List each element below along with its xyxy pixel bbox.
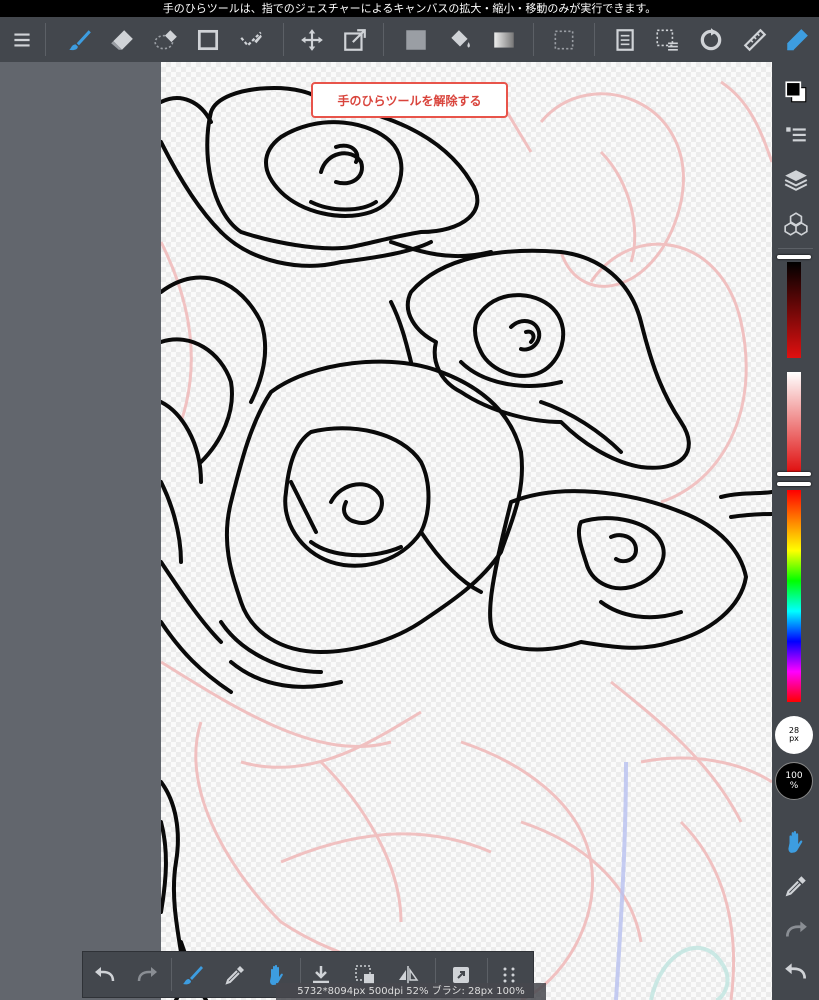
select-pen-tool-button[interactable] [231, 17, 271, 62]
redo-button[interactable] [772, 912, 819, 948]
pen-icon [787, 28, 808, 50]
drawing-canvas[interactable] [161, 62, 772, 1000]
redo-icon [785, 921, 807, 937]
menu-button[interactable] [2, 17, 42, 62]
saturation-knob[interactable] [777, 472, 811, 476]
move-tool-button[interactable] [292, 17, 332, 62]
ruler-icon [743, 28, 767, 51]
hue-slider[interactable] [787, 490, 801, 702]
select-marquee-tool-button[interactable] [544, 17, 584, 62]
eyedropper-icon [225, 965, 244, 985]
color-swap-button[interactable] [772, 74, 819, 110]
undo-button[interactable] [85, 952, 125, 997]
transform-tool-button[interactable] [335, 17, 375, 62]
layer-list-icon [785, 127, 806, 142]
materials-icon [783, 212, 808, 236]
eyedropper-tool-button[interactable] [772, 868, 819, 904]
rotate-icon [700, 27, 722, 50]
materials-button[interactable] [772, 206, 819, 242]
release-hand-tool-button[interactable]: 手のひらツールを解除する [311, 82, 508, 118]
page-manager-button[interactable] [604, 17, 644, 62]
shape-icon [197, 29, 219, 50]
shape-tool-button[interactable] [188, 17, 228, 62]
saturation-slider[interactable] [787, 372, 801, 472]
eyedropper-icon [785, 876, 806, 897]
select-marquee-icon [554, 30, 574, 49]
pen-tool-button[interactable] [777, 17, 817, 62]
lasso-eraser-tool-button[interactable] [146, 17, 186, 62]
move-icon [301, 28, 323, 51]
select-menu-button[interactable] [647, 17, 687, 62]
opacity-unit: % [789, 781, 799, 791]
layer-list-button[interactable] [772, 118, 819, 154]
bucket-icon [451, 29, 470, 48]
page-icon [616, 28, 634, 51]
brush-icon [183, 965, 203, 984]
gradient-icon [494, 31, 514, 48]
eraser-tool-button[interactable] [102, 17, 142, 62]
hue-slider-top-knob[interactable] [777, 255, 811, 259]
undo-icon [784, 963, 806, 979]
eraser-icon [111, 29, 133, 50]
brush-size-indicator[interactable]: 28 px [775, 716, 813, 754]
color-swap-icon [784, 81, 806, 103]
right-panel: 28 px 100% [772, 62, 819, 1000]
redo-icon [137, 966, 157, 981]
eyedropper-button[interactable] [215, 952, 255, 997]
undo-icon [95, 966, 115, 981]
line-art [161, 80, 772, 1000]
hue-knob[interactable] [777, 482, 811, 486]
ruler-button[interactable] [735, 17, 775, 62]
hand-tool-button[interactable] [772, 824, 819, 860]
redo-button[interactable] [127, 952, 167, 997]
canvas-info: 5732*8094px 500dpi 52% ブラシ: 28px 100% [276, 983, 546, 1000]
opacity-indicator[interactable]: 100% [775, 762, 813, 800]
left-panel [0, 62, 161, 1000]
layers-icon [784, 170, 807, 191]
rotate-canvas-button[interactable] [691, 17, 731, 62]
top-toolbar [0, 17, 819, 62]
lasso-eraser-icon [154, 29, 177, 49]
brush-size-unit: px [789, 734, 799, 743]
hand-icon [787, 831, 802, 853]
opacity-value: 100 [785, 771, 803, 781]
brush-tool-button[interactable] [60, 17, 100, 62]
status-message: 手のひらツールは、指でのジェスチャーによるキャンバスの拡大・縮小・移動のみが実行… [0, 0, 819, 17]
fill-color-tool-button[interactable] [396, 17, 436, 62]
layers-button[interactable] [772, 162, 819, 198]
undo-button[interactable] [772, 954, 819, 990]
menu-icon [14, 33, 30, 46]
fill-color-icon [406, 29, 426, 50]
transform-icon [344, 28, 366, 51]
brush-button[interactable] [173, 952, 213, 997]
select-pen-icon [240, 31, 262, 47]
brush-icon [69, 29, 91, 50]
gradient-tool-button[interactable] [484, 17, 524, 62]
bucket-tool-button[interactable] [440, 17, 480, 62]
select-menu-icon [656, 28, 678, 51]
brightness-slider[interactable] [787, 262, 801, 358]
